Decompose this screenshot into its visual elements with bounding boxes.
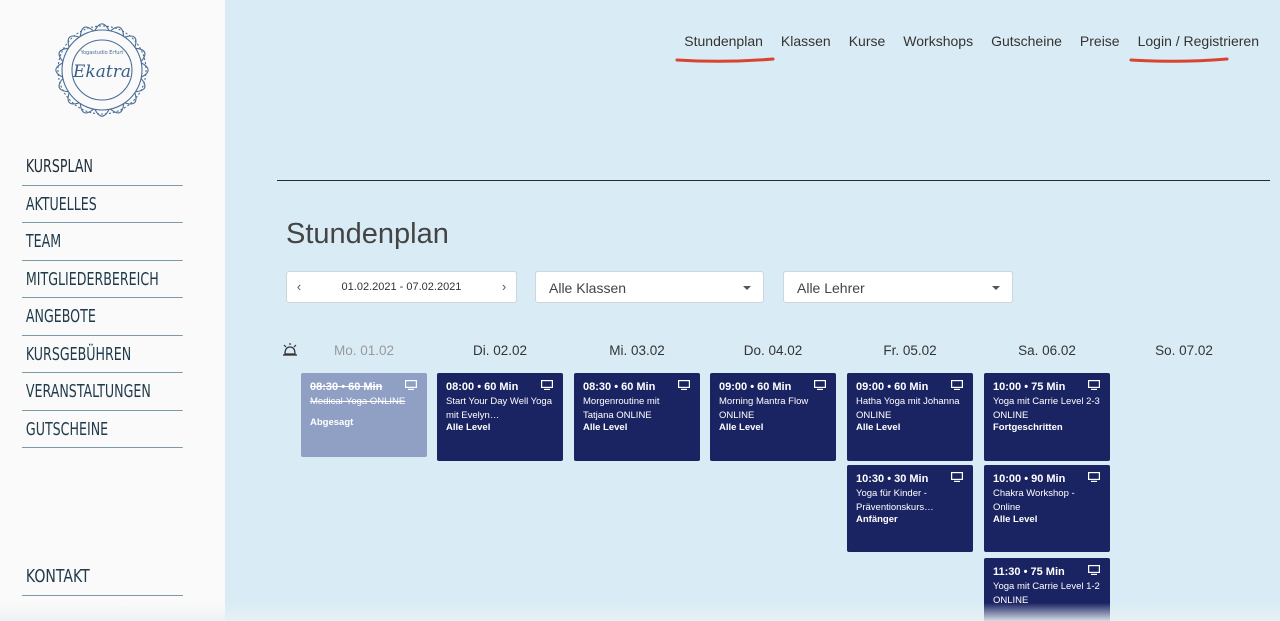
class-time: 10:30 • 30 Min	[856, 473, 929, 485]
sidebar-item-kursgebuehren[interactable]: KURSGEBÜHREN	[22, 336, 183, 373]
online-monitor-icon	[1088, 472, 1100, 482]
top-nav: Stundenplan Klassen Kurse Workshops Guts…	[675, 31, 1268, 63]
class-time: 08:30 • 60 Min	[583, 381, 656, 393]
header-divider	[277, 180, 1270, 181]
class-card[interactable]: 09:00 • 60 Min Hatha Yoga mit Johanna ONL…	[847, 373, 973, 461]
reminder-bell-icon[interactable]	[281, 342, 299, 358]
class-time: 08:00 • 60 Min	[446, 381, 519, 393]
sidebar-nav: KURSPLAN AKTUELLES TEAM MITGLIEDERBEREIC…	[22, 148, 183, 448]
class-level: Alle Level	[856, 422, 901, 433]
caret-down-icon	[992, 286, 1000, 290]
day-header: Sa. 06.02	[1018, 343, 1076, 358]
sidebar-item-kontakt[interactable]: KONTAKT	[22, 560, 183, 596]
class-time: 10:00 • 75 Min	[993, 381, 1066, 393]
page-title: Stundenplan	[286, 218, 449, 250]
date-range-label: 01.02.2021 - 07.02.2021	[341, 281, 462, 293]
day-header: Do. 04.02	[743, 343, 803, 358]
nav-label: Stundenplan	[684, 33, 763, 49]
sidebar-item-angebote[interactable]: ANGEBOTE	[22, 298, 183, 336]
day-header: So. 07.02	[1155, 343, 1213, 358]
class-select[interactable]: Alle Klassen	[535, 271, 764, 303]
nav-label: Kurse	[848, 33, 886, 49]
date-range-picker[interactable]: ‹ 01.02.2021 - 07.02.2021 ›	[286, 271, 517, 303]
class-name: Yoga für Kinder - Präventionskurs…	[856, 488, 934, 513]
nav-klassen[interactable]: Klassen	[772, 31, 840, 51]
online-monitor-icon	[951, 380, 963, 390]
logo-ring-text: Yogastudio Erfurt	[80, 50, 124, 56]
sidebar-item-aktuelles[interactable]: AKTUELLES	[22, 186, 183, 223]
sidebar-item-kursplan[interactable]: KURSPLAN	[22, 148, 183, 186]
nav-underline	[675, 57, 775, 63]
nav-label: Preise	[1079, 33, 1120, 49]
class-time: 09:00 • 60 Min	[719, 381, 792, 393]
bottom-shade	[0, 603, 1280, 621]
sidebar-item-gutscheine[interactable]: GUTSCHEINE	[22, 411, 183, 448]
class-name: Medical-Yoga ONLINE	[310, 396, 406, 407]
chevron-right-icon[interactable]: ›	[496, 279, 512, 297]
online-monitor-icon	[405, 380, 417, 390]
online-monitor-icon	[678, 380, 690, 390]
day-header: Mo. 01.02	[333, 343, 395, 358]
online-monitor-icon	[1088, 565, 1100, 575]
nav-underline	[1129, 57, 1229, 63]
nav-stundenplan[interactable]: Stundenplan	[675, 31, 775, 63]
online-monitor-icon	[541, 380, 553, 390]
nav-kurse[interactable]: Kurse	[840, 31, 895, 51]
nav-preise[interactable]: Preise	[1071, 31, 1129, 51]
class-name: Morgenroutine mit Tatjana ONLINE	[583, 396, 660, 421]
class-level: Alle Level	[446, 422, 491, 433]
class-level: Alle Level	[993, 514, 1038, 525]
day-header: Mi. 03.02	[609, 343, 665, 358]
online-monitor-icon	[1088, 380, 1100, 390]
class-name: Yoga mit Carrie Level 2-3 ONLINE	[993, 396, 1100, 421]
class-time: 09:00 • 60 Min	[856, 381, 929, 393]
class-card[interactable]: 10:00 • 75 Min Yoga mit Carrie Level 2-3 …	[984, 373, 1110, 461]
nav-label: Login / Registrieren	[1137, 33, 1259, 49]
class-level: Fortgeschritten	[993, 422, 1063, 433]
nav-workshops[interactable]: Workshops	[894, 31, 982, 51]
class-select-value: Alle Klassen	[549, 280, 627, 296]
class-time: 10:00 • 90 Min	[993, 473, 1066, 485]
teacher-select-value: Alle Lehrer	[797, 280, 865, 296]
class-time: 08:30 • 60 Min	[310, 381, 383, 393]
class-card[interactable]: 08:30 • 60 Min Medical-Yoga ONLINE Abgesag…	[301, 373, 427, 457]
online-monitor-icon	[814, 380, 826, 390]
nav-label: Workshops	[903, 33, 974, 49]
class-name: Start Your Day Well Yoga mit Evelyn…	[446, 396, 552, 421]
sidebar-item-team[interactable]: TEAM	[22, 223, 183, 261]
class-card[interactable]: 10:30 • 30 Min Yoga für Kinder - Präventi…	[847, 465, 973, 552]
sidebar-item-mitgliederbereich[interactable]: MITGLIEDERBEREICH	[22, 261, 183, 298]
day-header: Fr. 05.02	[883, 343, 937, 358]
class-card[interactable]: 08:30 • 60 Min Morgenroutine mit Tatjana …	[574, 373, 700, 461]
class-card[interactable]: 09:00 • 60 Min Morning Mantra Flow ONLINE…	[710, 373, 836, 461]
class-level: Anfänger	[856, 514, 898, 525]
class-name: Hatha Yoga mit Johanna ONLINE	[856, 396, 960, 421]
class-name: Morning Mantra Flow ONLINE	[719, 396, 809, 421]
class-card[interactable]: 10:00 • 90 Min Chakra Workshop - Online Al…	[984, 465, 1110, 552]
sidebar-item-label: KONTAKT	[25, 566, 90, 587]
class-status-badge: Abgesagt	[310, 416, 354, 428]
class-level: Alle Level	[583, 422, 628, 433]
class-card[interactable]: 08:00 • 60 Min Start Your Day Well Yoga m…	[437, 373, 563, 461]
class-time: 11:30 • 75 Min	[993, 566, 1065, 578]
day-header: Di. 02.02	[472, 343, 528, 358]
caret-down-icon	[743, 286, 751, 290]
logo-wordmark: Ekatra	[72, 62, 131, 82]
sidebar-item-veranstaltungen[interactable]: VERANSTALTUNGEN	[22, 373, 183, 411]
nav-label: Gutscheine	[991, 33, 1062, 49]
nav-gutscheine[interactable]: Gutscheine	[982, 31, 1071, 51]
nav-login-register[interactable]: Login / Registrieren	[1129, 31, 1268, 63]
teacher-select[interactable]: Alle Lehrer	[783, 271, 1013, 303]
class-level: Alle Level	[719, 422, 764, 433]
sidebar: Ekatra Yogastudio Erfurt KURSPLAN AKTUEL…	[0, 0, 225, 621]
ekatra-logo[interactable]: Ekatra Yogastudio Erfurt	[46, 14, 158, 126]
class-name: Chakra Workshop - Online	[993, 488, 1075, 513]
online-monitor-icon	[951, 472, 963, 482]
nav-label: Klassen	[780, 33, 831, 49]
